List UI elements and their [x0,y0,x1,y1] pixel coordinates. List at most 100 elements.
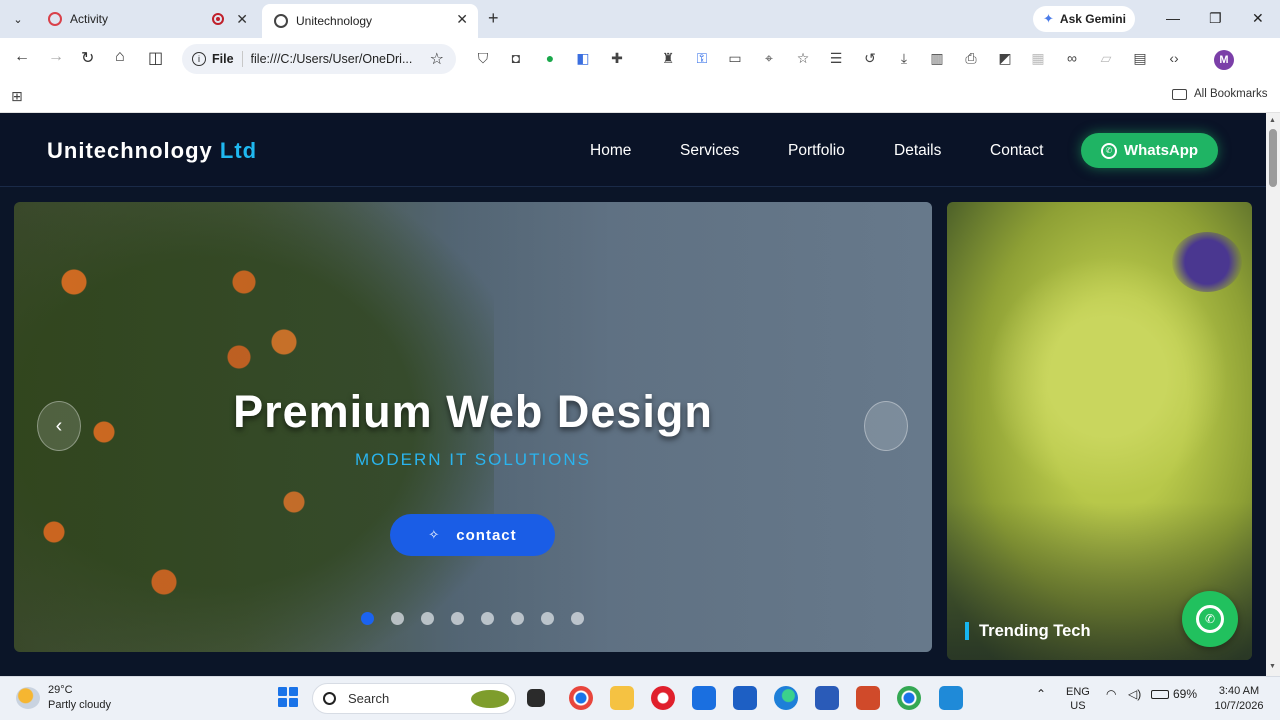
bookmark-star-icon[interactable]: ☆ [430,49,444,69]
opera-icon[interactable] [651,686,675,710]
wifi-icon[interactable]: ◠ [1106,687,1116,701]
system-clock[interactable]: 3:40 AM 10/7/2026 [1206,684,1272,714]
slider-dot[interactable] [421,612,434,625]
slider-dot[interactable] [451,612,464,625]
whatsapp-button[interactable]: ✆ WhatsApp [1081,133,1218,168]
slider-dot[interactable] [571,612,584,625]
download-icon[interactable]: ⤓ [896,50,912,66]
new-tab-plus-icon[interactable]: + [488,8,499,29]
location-pin-icon[interactable]: ⌖ [761,50,777,66]
link-icon[interactable]: ∞ [1064,50,1080,66]
slider-prev-button[interactable]: ‹ [37,401,81,451]
nav-details[interactable]: Details [894,142,941,160]
site-header: Unitechnology Ltd Home Services Portfoli… [0,113,1266,187]
slider-dot[interactable] [481,612,494,625]
nav-home[interactable]: Home [590,142,631,160]
edge-icon[interactable] [774,686,798,710]
window-close-icon[interactable]: ✕ [1252,10,1264,27]
close-tab-icon[interactable]: ✕ [236,11,248,28]
whatsapp-icon: ✆ [1196,605,1224,633]
site-info-icon[interactable]: i [192,52,206,66]
all-bookmarks-button[interactable]: All Bookmarks [1172,88,1268,100]
outlook-icon[interactable] [692,686,716,710]
grammar-extension-icon[interactable]: ● [542,50,558,66]
scroll-down-icon[interactable]: ▼ [1269,663,1276,670]
file-explorer-icon[interactable] [610,686,634,710]
tab-activity[interactable]: Activity ✕ [36,4,258,34]
tab-unitechnology[interactable]: Unitechnology ✕ [262,4,478,38]
url-text[interactable]: file:///C:/Users/User/OneDri... [251,52,423,66]
delete-icon[interactable]: ▥ [929,50,945,66]
print-icon[interactable]: ⎙ [963,50,979,66]
scrollbar-thumb[interactable] [1269,129,1277,187]
chrome-profile-icon[interactable] [897,686,921,710]
table-icon[interactable]: ▤ [1132,50,1148,66]
task-view-icon[interactable] [527,689,545,707]
page-scrollbar[interactable]: ▲ ▼ [1266,113,1280,676]
password-key-icon[interactable]: ⚿ [694,50,710,66]
windows-start-icon[interactable] [278,687,298,707]
address-bar[interactable]: i File file:///C:/Users/User/OneDri... ☆ [182,44,456,74]
slider-dot[interactable] [541,612,554,625]
slider-dot[interactable] [361,612,374,625]
tray-chevron-icon[interactable]: ⌃ [1036,687,1046,701]
bookmarks-bar: ⊞ All Bookmarks [0,80,1280,113]
home-icon[interactable]: ⌂ [115,48,125,66]
reading-list-icon[interactable]: ☰ [828,50,844,66]
back-arrow-icon[interactable]: ← [14,48,30,66]
volume-icon[interactable]: ◁) [1128,687,1141,701]
card-icon[interactable]: ▭ [727,50,743,66]
battery-indicator[interactable]: 69% [1151,687,1197,701]
word-icon[interactable] [815,686,839,710]
sparkle-icon: ✧ [428,527,441,542]
cast-icon[interactable]: ▱ [1098,50,1114,66]
web-page: Unitechnology Ltd Home Services Portfoli… [0,113,1266,676]
profile-avatar[interactable]: M [1214,50,1234,70]
nav-portfolio[interactable]: Portfolio [788,142,845,160]
search-icon [323,692,336,705]
restore-icon[interactable]: ❐ [1209,10,1222,27]
slider-next-button[interactable] [864,401,908,451]
powerpoint-icon[interactable] [856,686,880,710]
activity-favicon-icon [48,12,62,26]
chrome-icon[interactable] [569,686,593,710]
store-icon[interactable] [733,686,757,710]
tab-search-chevron-icon[interactable]: ⌄ [6,8,30,30]
slider-dot[interactable] [511,612,524,625]
scroll-up-icon[interactable]: ▲ [1269,117,1276,124]
translate-extension-icon[interactable]: ◧ [575,50,591,66]
all-bookmarks-label: All Bookmarks [1194,88,1268,100]
ask-gemini-button[interactable]: ✦ Ask Gemini [1033,6,1135,32]
nav-contact[interactable]: Contact [990,142,1043,160]
incognito-icon[interactable]: ♜ [660,50,676,66]
nav-services[interactable]: Services [680,142,739,160]
vscode-icon[interactable] [939,686,963,710]
windows-taskbar: 29°C Partly cloudy Search ⌃ ENG US ◠ ◁) … [0,676,1280,720]
forward-arrow-icon[interactable]: → [48,48,64,66]
qr-code-icon[interactable]: ▦ [1030,50,1046,66]
devtools-code-icon[interactable]: ‹› [1166,50,1182,66]
reload-icon[interactable]: ↻ [81,48,94,68]
history-icon[interactable]: ↺ [862,50,878,66]
translate-page-icon[interactable]: ◩ [997,50,1013,66]
hero-contact-button[interactable]: ✧ contact [390,514,555,556]
minimize-icon[interactable]: — [1166,10,1180,26]
language-indicator[interactable]: ENG US [1066,685,1090,713]
close-tab-icon[interactable]: ✕ [456,11,468,28]
shield-extension-icon[interactable]: ⛉ [475,50,491,66]
whatsapp-float-button[interactable]: ✆ [1182,591,1238,647]
slider-dot[interactable] [391,612,404,625]
puzzle-extension-icon[interactable]: ✚ [609,50,625,66]
gemini-sparkle-icon: ✦ [1043,11,1054,26]
search-highlight-image [471,690,509,708]
weather-desc: Partly cloudy [48,699,111,711]
weather-widget[interactable]: 29°C Partly cloudy [16,683,111,713]
browser-tab-bar: ⌄ Activity ✕ Unitechnology ✕ + ✦ Ask Gem… [0,0,1280,38]
favorites-star-icon[interactable]: ☆ [795,50,811,66]
url-scheme: File [212,52,234,66]
taskbar-search[interactable]: Search [312,683,516,714]
split-view-icon[interactable]: ◫ [148,48,163,68]
site-logo[interactable]: Unitechnology Ltd [47,138,257,164]
camera-extension-icon[interactable]: ◘ [508,50,524,66]
apps-grid-icon[interactable]: ⊞ [11,88,23,105]
